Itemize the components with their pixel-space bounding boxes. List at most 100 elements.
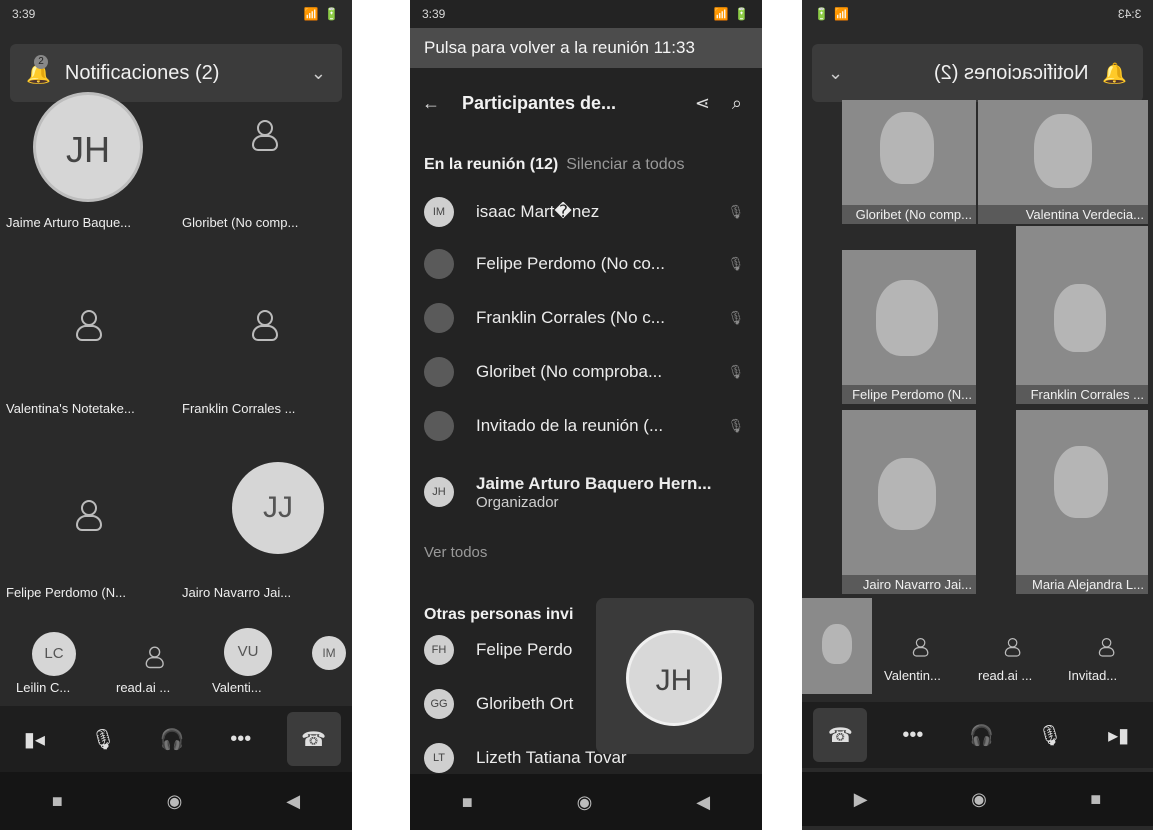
participant-name: Invitad... bbox=[1068, 668, 1118, 683]
video-tile[interactable]: Jairo Navarro Jai... bbox=[842, 410, 976, 594]
participant-row[interactable]: Felipe Perdomo (No co... 🎙 bbox=[410, 242, 762, 286]
status-time: 3:39 bbox=[422, 7, 446, 21]
avatar bbox=[424, 249, 454, 279]
participant-strip: LC Leilin C... read.ai ... VU Valenti...… bbox=[0, 624, 352, 704]
mute-all-button[interactable]: Silenciar a todos bbox=[566, 156, 684, 173]
home-icon[interactable]: ◉ bbox=[971, 789, 987, 810]
status-time: 3:43 bbox=[1117, 7, 1141, 21]
notifications-title: Notificaciones (2) bbox=[933, 61, 1089, 84]
participant-row[interactable]: Gloribet (No comproba... 🎙 bbox=[410, 350, 762, 394]
more-icon[interactable]: ••• bbox=[218, 716, 264, 762]
participant-name: Invitado de la reunión (... bbox=[476, 416, 664, 435]
participant-name: Franklin Corrales ... bbox=[182, 401, 296, 416]
video-tile[interactable]: Maria Alejandra L... bbox=[1016, 410, 1148, 594]
participant-name: Valentina Verdecia... bbox=[978, 205, 1148, 224]
participant-tile[interactable]: Franklin Corrales ... bbox=[176, 300, 352, 416]
avatar bbox=[424, 357, 454, 387]
participant-tile[interactable]: Gloribet (No comp... bbox=[176, 100, 352, 230]
status-icons: 🔋 📶 bbox=[814, 7, 851, 21]
back-icon[interactable]: ◀ bbox=[286, 791, 300, 812]
video-tile[interactable]: Valentina Verdecia... bbox=[978, 100, 1148, 224]
participant-name: Jairo Navarro Jai... bbox=[842, 575, 976, 594]
mic-off-icon: 🎙 bbox=[727, 256, 744, 271]
back-icon[interactable]: ▶ bbox=[854, 789, 868, 810]
participant-row[interactable]: IM isaac Mart�nez 🎙 bbox=[410, 190, 762, 234]
participant-face bbox=[878, 458, 936, 530]
person-icon bbox=[250, 118, 278, 152]
home-icon[interactable]: ◉ bbox=[167, 791, 183, 812]
participant-tile[interactable]: Valentina's Notetake... bbox=[0, 300, 176, 416]
participant-face bbox=[1034, 114, 1092, 188]
video-tile[interactable]: Franklin Corrales ... bbox=[1016, 226, 1148, 404]
android-navbar: ■ ◉ ◀ bbox=[0, 772, 352, 830]
avatar bbox=[424, 303, 454, 333]
avatar[interactable]: LC bbox=[32, 632, 76, 676]
avatar: JH bbox=[424, 477, 454, 507]
participant-name: Franklin Corrales (No c... bbox=[476, 308, 665, 327]
avatar: JJ bbox=[232, 462, 324, 554]
hang-up-button[interactable]: ☎ bbox=[813, 708, 868, 762]
video-tile[interactable]: Gloribet (No comp... bbox=[842, 100, 976, 224]
avatar bbox=[424, 411, 454, 441]
participant-role: Organizador bbox=[476, 493, 559, 511]
notifications-title: Notificaciones (2) bbox=[64, 61, 220, 84]
person-icon[interactable] bbox=[1098, 637, 1115, 657]
headset-icon[interactable]: 🎧 bbox=[958, 712, 1004, 758]
organizer-row[interactable]: JH Jaime Arturo Baquero Hern... Organiza… bbox=[410, 462, 762, 522]
more-icon[interactable]: ••• bbox=[890, 712, 936, 758]
hang-up-button[interactable]: ☎ bbox=[286, 712, 341, 766]
self-video-tile[interactable] bbox=[802, 598, 872, 694]
participant-tile[interactable]: JH Jaime Arturo Baque... bbox=[0, 92, 176, 230]
headset-icon[interactable]: 🎧 bbox=[149, 716, 195, 762]
participant-face bbox=[880, 112, 934, 184]
return-to-meeting-bar[interactable]: Pulsa para volver a la reunión 11:33 bbox=[410, 28, 762, 68]
status-time: 3:39 bbox=[12, 7, 36, 21]
mic-off-icon: 🎙 bbox=[727, 310, 744, 325]
android-navbar: ▶ ◉ ■ bbox=[802, 772, 1153, 826]
back-icon[interactable]: ◀ bbox=[696, 792, 710, 813]
avatar: FH bbox=[424, 635, 454, 665]
home-icon[interactable]: ◉ bbox=[577, 792, 593, 813]
notifications-bar[interactable]: 🔔 2 Notificaciones (2) ⌄ bbox=[10, 44, 342, 102]
avatar[interactable]: IM bbox=[312, 636, 346, 670]
notifications-bar[interactable]: ⌄ Notificaciones (2) 🔔 bbox=[812, 44, 1143, 102]
recents-icon[interactable]: ■ bbox=[1090, 789, 1101, 810]
participant-row[interactable]: Franklin Corrales (No c... 🎙 bbox=[410, 296, 762, 340]
organizer-info: Jaime Arturo Baquero Hern... Organizador bbox=[476, 474, 726, 511]
recents-icon[interactable]: ■ bbox=[52, 791, 63, 812]
participant-name: read.ai ... bbox=[116, 680, 171, 695]
camera-off-icon[interactable]: ▮◂ bbox=[11, 716, 57, 762]
camera-icon[interactable]: ▸▮ bbox=[1096, 712, 1142, 758]
participant-name: Gloribet (No comp... bbox=[842, 205, 976, 224]
participant-tile[interactable]: JJ Jairo Navarro Jai... bbox=[176, 462, 352, 600]
chevron-down-icon[interactable]: ⌄ bbox=[828, 63, 843, 84]
call-controls: ▮◂ 🎙 🎧 ••• ☎ bbox=[0, 706, 352, 772]
search-icon[interactable]: ⌕ bbox=[732, 93, 742, 114]
video-tile[interactable]: Felipe Perdomo (N... bbox=[842, 250, 976, 404]
participant-row[interactable]: Invitado de la reunión (... 🎙 bbox=[410, 404, 762, 448]
share-icon[interactable]: ⋖ bbox=[695, 93, 710, 114]
call-controls: ☎ ••• 🎧 🎙 ▸▮ bbox=[802, 702, 1153, 768]
phone-screen-video-grid: 🔋 📶 3:43 ⌄ Notificaciones (2) 🔔 Valentin… bbox=[802, 0, 1153, 830]
android-navbar: ■ ◉ ◀ bbox=[410, 774, 762, 830]
person-icon[interactable] bbox=[912, 637, 929, 657]
avatar[interactable]: VU bbox=[224, 628, 272, 676]
chevron-down-icon[interactable]: ⌄ bbox=[311, 63, 326, 84]
participant-name: Gloribet (No comp... bbox=[182, 215, 299, 230]
recents-icon[interactable]: ■ bbox=[462, 792, 473, 813]
mic-off-icon: 🎙 bbox=[727, 204, 744, 219]
person-icon[interactable] bbox=[1004, 637, 1021, 657]
see-all-link[interactable]: Ver todos bbox=[424, 544, 487, 561]
back-arrow-icon[interactable]: ← bbox=[422, 93, 440, 114]
person-icon[interactable] bbox=[144, 645, 164, 669]
participant-name: Valentina's Notetake... bbox=[6, 401, 135, 416]
participant-name: Felipe Perdomo (N... bbox=[6, 585, 126, 600]
participant-name: Jairo Navarro Jai... bbox=[182, 585, 292, 600]
person-icon bbox=[250, 308, 278, 342]
floating-self-view[interactable]: JH bbox=[596, 598, 754, 754]
participant-tile[interactable]: Felipe Perdomo (N... bbox=[0, 490, 176, 600]
page-title: Participantes de... bbox=[462, 92, 617, 113]
mic-off-icon[interactable]: 🎙 bbox=[1027, 712, 1073, 758]
mic-off-icon[interactable]: 🎙 bbox=[80, 716, 126, 762]
participant-name: Valentin... bbox=[884, 668, 941, 683]
